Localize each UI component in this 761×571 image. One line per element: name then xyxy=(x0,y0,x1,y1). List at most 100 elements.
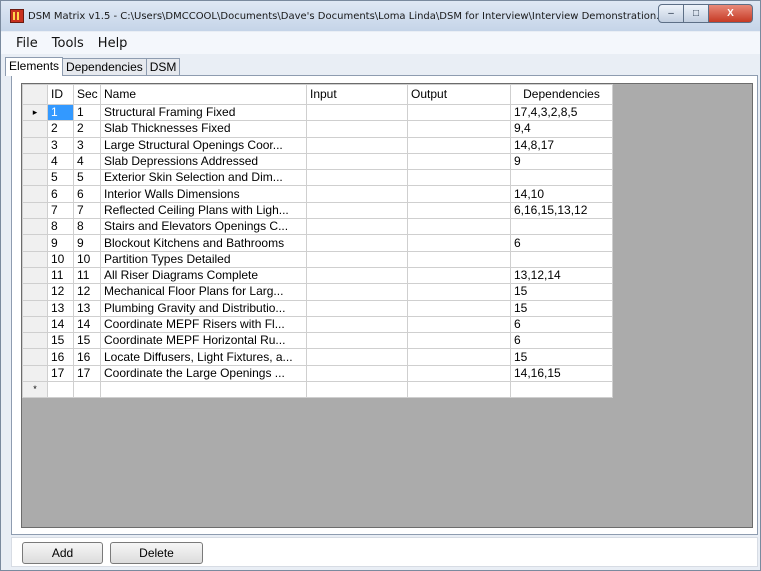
cell-input[interactable] xyxy=(306,103,408,122)
tab-dsm[interactable]: DSM xyxy=(145,58,181,76)
cell-seq[interactable]: 3 xyxy=(73,136,101,154)
row-header[interactable] xyxy=(22,348,48,366)
column-header-output[interactable]: Output xyxy=(407,84,511,105)
row-header[interactable] xyxy=(22,136,48,154)
table-row[interactable]: 7 7 Reflected Ceiling Plans with Ligh... 6,… xyxy=(22,201,613,220)
cell-input[interactable] xyxy=(306,201,408,220)
row-header[interactable] xyxy=(22,120,48,138)
row-header[interactable] xyxy=(22,332,48,350)
cell-seq[interactable]: 16 xyxy=(73,348,101,366)
tab-dependencies[interactable]: Dependencies xyxy=(62,58,147,76)
cell-id[interactable]: 2 xyxy=(47,120,74,138)
cell-dependencies[interactable]: 9 xyxy=(510,152,613,171)
cell-dependencies[interactable]: 14,16,15 xyxy=(510,364,613,383)
cell-dependencies[interactable]: 6,16,15,13,12 xyxy=(510,201,613,220)
cell-output[interactable] xyxy=(407,152,511,171)
minimize-button[interactable]: – xyxy=(658,4,684,23)
cell-name[interactable]: Slab Thicknesses Fixed xyxy=(100,120,307,138)
cell-output[interactable] xyxy=(407,348,511,366)
table-row[interactable]: 12 12 Mechanical Floor Plans for Larg... 15 xyxy=(22,283,613,301)
cell-name[interactable]: Coordinate MEPF Risers with Fl... xyxy=(100,315,307,334)
menu-help[interactable]: Help xyxy=(91,36,135,51)
close-button[interactable]: X xyxy=(709,4,753,23)
cell-id[interactable]: 7 xyxy=(47,201,74,220)
cell-output[interactable] xyxy=(407,120,511,138)
table-row[interactable]: 6 6 Interior Walls Dimensions 14,10 xyxy=(22,185,613,203)
new-row-cell[interactable] xyxy=(407,381,511,399)
cell-name[interactable]: All Riser Diagrams Complete xyxy=(100,266,307,285)
cell-output[interactable] xyxy=(407,169,511,187)
cell-seq[interactable]: 4 xyxy=(73,152,101,171)
menu-tools[interactable]: Tools xyxy=(45,36,91,51)
cell-id[interactable]: 1 xyxy=(47,103,74,122)
table-row[interactable]: 3 3 Large Structural Openings Coor... 14,8,… xyxy=(22,136,613,154)
cell-name[interactable]: Exterior Skin Selection and Dim... xyxy=(100,169,307,187)
new-row-cell[interactable] xyxy=(47,381,74,399)
title-bar[interactable]: DSM Matrix v1.5 - C:\Users\DMCCOOL\Docum… xyxy=(1,1,760,31)
cell-dependencies[interactable]: 15 xyxy=(510,299,613,317)
cell-id[interactable]: 13 xyxy=(47,299,74,317)
cell-dependencies[interactable]: 14,8,17 xyxy=(510,136,613,154)
cell-input[interactable] xyxy=(306,120,408,138)
cell-output[interactable] xyxy=(407,364,511,383)
cell-output[interactable] xyxy=(407,250,511,268)
cell-id[interactable]: 8 xyxy=(47,218,74,236)
table-row[interactable]: 9 9 Blockout Kitchens and Bathrooms 6 xyxy=(22,234,613,252)
cell-seq[interactable]: 7 xyxy=(73,201,101,220)
cell-name[interactable]: Slab Depressions Addressed xyxy=(100,152,307,171)
column-header-id[interactable]: ID xyxy=(47,84,74,105)
row-header[interactable] xyxy=(22,315,48,334)
row-header[interactable] xyxy=(22,283,48,301)
cell-input[interactable] xyxy=(306,283,408,301)
cell-input[interactable] xyxy=(306,152,408,171)
cell-id[interactable]: 17 xyxy=(47,364,74,383)
cell-dependencies[interactable]: 6 xyxy=(510,234,613,252)
row-header[interactable] xyxy=(22,169,48,187)
cell-output[interactable] xyxy=(407,185,511,203)
column-header-dependencies[interactable]: Dependencies xyxy=(510,84,613,105)
cell-output[interactable] xyxy=(407,299,511,317)
table-row[interactable]: ▸ 1 1 Structural Framing Fixed 17,4,3,2,8,5 xyxy=(22,103,613,122)
cell-input[interactable] xyxy=(306,185,408,203)
cell-seq[interactable]: 5 xyxy=(73,169,101,187)
new-row-cell[interactable] xyxy=(73,381,101,399)
cell-id[interactable]: 4 xyxy=(47,152,74,171)
row-header[interactable] xyxy=(22,218,48,236)
table-row[interactable]: 11 11 All Riser Diagrams Complete 13,12,14 xyxy=(22,266,613,285)
cell-input[interactable] xyxy=(306,250,408,268)
new-row-cell[interactable] xyxy=(510,381,613,399)
cell-input[interactable] xyxy=(306,136,408,154)
new-row-marker[interactable]: * xyxy=(22,381,48,399)
cell-seq[interactable]: 12 xyxy=(73,283,101,301)
cell-name[interactable]: Locate Diffusers, Light Fixtures, a... xyxy=(100,348,307,366)
cell-id[interactable]: 5 xyxy=(47,169,74,187)
table-row[interactable]: 15 15 Coordinate MEPF Horizontal Ru... 6 xyxy=(22,332,613,350)
cell-name[interactable]: Coordinate the Large Openings ... xyxy=(100,364,307,383)
cell-output[interactable] xyxy=(407,266,511,285)
table-row[interactable]: 14 14 Coordinate MEPF Risers with Fl... 6 xyxy=(22,315,613,334)
cell-name[interactable]: Mechanical Floor Plans for Larg... xyxy=(100,283,307,301)
cell-name[interactable]: Large Structural Openings Coor... xyxy=(100,136,307,154)
table-row[interactable]: 5 5 Exterior Skin Selection and Dim... xyxy=(22,169,613,187)
cell-output[interactable] xyxy=(407,332,511,350)
row-header[interactable] xyxy=(22,299,48,317)
elements-grid[interactable]: ID Sec Name Input Output Dependencies ▸ 1… xyxy=(21,83,753,528)
table-row[interactable]: 2 2 Slab Thicknesses Fixed 9,4 xyxy=(22,120,613,138)
cell-input[interactable] xyxy=(306,364,408,383)
cell-id[interactable]: 9 xyxy=(47,234,74,252)
cell-id[interactable]: 10 xyxy=(47,250,74,268)
cell-dependencies[interactable] xyxy=(510,250,613,268)
cell-dependencies[interactable]: 6 xyxy=(510,332,613,350)
cell-input[interactable] xyxy=(306,234,408,252)
cell-seq[interactable]: 11 xyxy=(73,266,101,285)
cell-name[interactable]: Plumbing Gravity and Distributio... xyxy=(100,299,307,317)
delete-button[interactable]: Delete xyxy=(110,542,203,564)
cell-seq[interactable]: 9 xyxy=(73,234,101,252)
table-row[interactable]: 8 8 Stairs and Elevators Openings C... xyxy=(22,218,613,236)
cell-id[interactable]: 6 xyxy=(47,185,74,203)
row-header[interactable] xyxy=(22,234,48,252)
cell-name[interactable]: Coordinate MEPF Horizontal Ru... xyxy=(100,332,307,350)
cell-output[interactable] xyxy=(407,283,511,301)
cell-seq[interactable]: 15 xyxy=(73,332,101,350)
cell-dependencies[interactable] xyxy=(510,169,613,187)
